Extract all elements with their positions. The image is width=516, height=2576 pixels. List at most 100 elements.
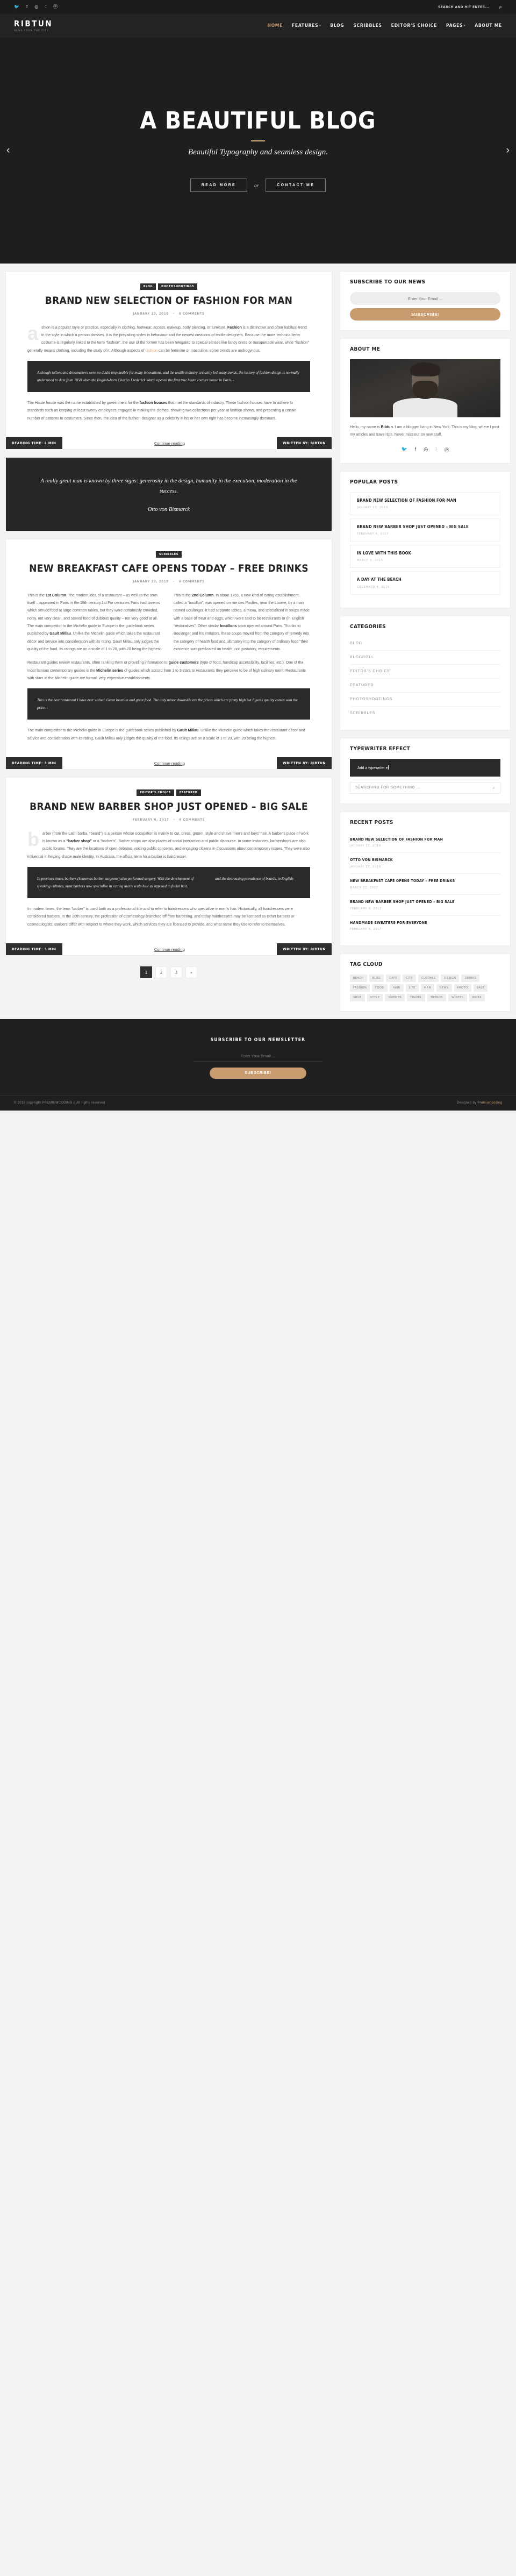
category-tag[interactable]: BLOG <box>140 283 156 290</box>
post-title[interactable]: NEW BREAKFAST CAFE OPENS TODAY – FREE DR… <box>27 563 310 575</box>
flickr-icon[interactable]: ∶ <box>45 5 46 9</box>
tag-item[interactable]: CITY <box>403 974 416 983</box>
pinterest-icon[interactable]: Ⓟ <box>53 5 58 9</box>
dribbble-icon[interactable]: ◎ <box>424 446 428 453</box>
post-comments-count[interactable]: 6 COMMENTS <box>180 818 205 822</box>
tag-item[interactable]: FASHION <box>350 984 370 992</box>
subscribe-email-input[interactable] <box>350 292 500 305</box>
category-link-photoshootings[interactable]: PHOTOSHOOTINGS <box>350 693 500 707</box>
post-comments-count[interactable]: 6 COMMENTS <box>179 580 205 583</box>
author-badge[interactable]: WRITTEN BY: RIBTUN <box>277 437 332 450</box>
tag-item[interactable]: DRINKS <box>461 974 480 983</box>
search-icon[interactable]: ⌕ <box>499 4 502 10</box>
category-tag[interactable]: SCRIBBLES <box>156 551 182 558</box>
pullquote-bold: safety razors <box>195 877 214 881</box>
tag-item[interactable]: FOOD <box>372 984 388 992</box>
category-link-scribbles[interactable]: SCRIBBLES <box>350 707 500 720</box>
tag-item[interactable]: TRAVEL <box>407 994 425 1002</box>
sidebar-search[interactable]: ⌕ <box>350 781 500 794</box>
search-icon[interactable]: ⌕ <box>493 785 495 791</box>
popular-post-item[interactable]: IN LOVE WITH THIS BOOK MARCH 5, 2015 <box>350 545 500 568</box>
recent-post-item[interactable]: HANDMADE SWEATERS FOR EVERYONE FEBRUARY … <box>350 916 500 936</box>
nav-item-pages[interactable]: PAGES ▾ <box>446 23 465 29</box>
recent-post-date: FEBRUARY 6, 2017 <box>350 928 382 931</box>
tag-item[interactable]: MAN <box>420 984 434 992</box>
recent-post-item[interactable]: BRAND NEW BARBER SHOP JUST OPENED – BIG … <box>350 895 500 916</box>
read-more-button[interactable]: READ MORE <box>190 179 248 192</box>
nav-label: HOME <box>267 23 283 29</box>
tag-item[interactable]: CLOTHES <box>418 974 439 983</box>
category-tag[interactable]: EDITOR'S CHOICE <box>137 789 174 796</box>
author-badge[interactable]: WRITTEN BY: RIBTUN <box>277 943 332 956</box>
nav-item-scribbles[interactable]: SCRIBBLES <box>353 23 382 29</box>
flickr-icon[interactable]: ∶ <box>435 446 436 453</box>
category-link-blogroll[interactable]: BLOGROLL <box>350 651 500 665</box>
tag-item[interactable]: PHOTO <box>454 984 471 992</box>
category-tag[interactable]: PHOTOSHOOTINGS <box>158 283 198 290</box>
continue-reading-link[interactable]: Continue reading <box>154 441 185 446</box>
post-comments-count[interactable]: 6 COMMENTS <box>179 312 205 316</box>
tag-item[interactable]: STYLE <box>367 994 383 1002</box>
page-3-button[interactable]: 3 <box>170 966 182 979</box>
tag-item[interactable]: SALE <box>473 984 488 992</box>
category-link-editors-choice[interactable]: EDITOR'S CHOICE <box>350 665 500 679</box>
tag-item[interactable]: DESIGN <box>441 974 460 983</box>
category-tag[interactable]: FEATURED <box>176 789 201 796</box>
continue-reading-link[interactable]: Continue reading <box>154 947 185 952</box>
category-link-featured[interactable]: FEATURED <box>350 679 500 693</box>
popular-post-item[interactable]: BRAND NEW BARBER SHOP JUST OPENED – BIG … <box>350 518 500 542</box>
tag-item[interactable]: BEACH <box>350 974 367 983</box>
sidebar-search-input[interactable] <box>355 786 493 789</box>
credit-link[interactable]: Premiumcoding <box>477 1101 502 1105</box>
category-link-blog[interactable]: BLOG <box>350 637 500 651</box>
facebook-icon[interactable]: f <box>415 446 417 453</box>
page-2-button[interactable]: 2 <box>155 966 167 979</box>
author-badge[interactable]: WRITTEN BY: RIBTUN <box>277 757 332 770</box>
top-search-hint[interactable]: SEARCH AND HIT ENTER... <box>438 5 489 9</box>
nav-item-features[interactable]: FEATURES ▾ <box>292 23 321 29</box>
contact-me-button[interactable]: CONTACT ME <box>266 179 326 192</box>
slider-next-arrow-icon[interactable]: › <box>506 145 510 156</box>
recent-post-item[interactable]: BRAND NEW SELECTION OF FASHION FOR MAN J… <box>350 832 500 853</box>
post-title[interactable]: BRAND NEW SELECTION OF FASHION FOR MAN <box>27 295 310 307</box>
footer-email-input[interactable] <box>194 1050 322 1063</box>
tag-item[interactable]: NEWS <box>436 984 452 992</box>
popular-post-item[interactable]: BRAND NEW SELECTION OF FASHION FOR MAN J… <box>350 492 500 516</box>
footer-subscribe-button[interactable]: SUBSCRIBE! <box>210 1068 306 1079</box>
tag-item[interactable]: HAIR <box>389 984 404 992</box>
page-1-button[interactable]: 1 <box>140 966 152 979</box>
post-title[interactable]: BRAND NEW BARBER SHOP JUST OPENED – BIG … <box>27 801 310 813</box>
nav-item-editors-choice[interactable]: EDITOR'S CHOICE <box>391 23 437 29</box>
typewriter-text: Add a typewriter e <box>357 766 388 770</box>
facebook-icon[interactable]: f <box>26 5 27 9</box>
tag-item[interactable]: SUMMER <box>385 994 405 1002</box>
recent-post-item[interactable]: OTTO VON BISMARCK JANUARY 23, 2018 <box>350 853 500 874</box>
inline-link-fashion[interactable]: fashion <box>145 349 157 353</box>
pullquote-author: John Doe <box>235 378 250 383</box>
tag-item[interactable]: WINTER <box>448 994 467 1002</box>
tag-item[interactable]: TRENDS <box>427 994 446 1002</box>
slider-prev-arrow-icon[interactable]: ‹ <box>6 145 10 156</box>
tag-item[interactable]: BLOG <box>369 974 384 983</box>
twitter-icon[interactable]: 🐦 <box>402 446 407 453</box>
continue-reading-link[interactable]: Continue reading <box>154 761 185 766</box>
text-run: Restaurant guides review restaurants, of… <box>27 661 169 665</box>
post-meta: JANUARY 23, 2018 • 6 COMMENTS <box>27 312 310 316</box>
tag-item[interactable]: WORK <box>469 994 485 1002</box>
nav-label: FEATURES <box>292 23 319 29</box>
nav-item-about-me[interactable]: ABOUT ME <box>475 23 502 29</box>
pinterest-icon[interactable]: Ⓟ <box>444 446 449 453</box>
nav-item-home[interactable]: HOME <box>267 23 283 29</box>
subscribe-button[interactable]: SUBSCRIBE! <box>350 308 500 321</box>
nav-item-blog[interactable]: BLOG <box>330 23 344 29</box>
tag-item[interactable]: LIFE <box>405 984 419 992</box>
site-logo[interactable]: RIBTUN NEWS FROM THE CITY <box>14 19 53 32</box>
top-bar: 🐦 f ◎ ∶ Ⓟ SEARCH AND HIT ENTER... ⌕ <box>0 0 516 14</box>
tag-item[interactable]: CAFE <box>386 974 401 983</box>
recent-post-item[interactable]: NEW BREAKFAST CAFE OPENS TODAY – FREE DR… <box>350 874 500 895</box>
page-next-button[interactable]: » <box>185 966 197 979</box>
twitter-icon[interactable]: 🐦 <box>14 5 19 9</box>
tag-item[interactable]: SHOP <box>350 994 365 1002</box>
popular-post-item[interactable]: A DAY AT THE BEACH DECEMBER 4, 2015 <box>350 571 500 595</box>
dribbble-icon[interactable]: ◎ <box>34 5 38 9</box>
